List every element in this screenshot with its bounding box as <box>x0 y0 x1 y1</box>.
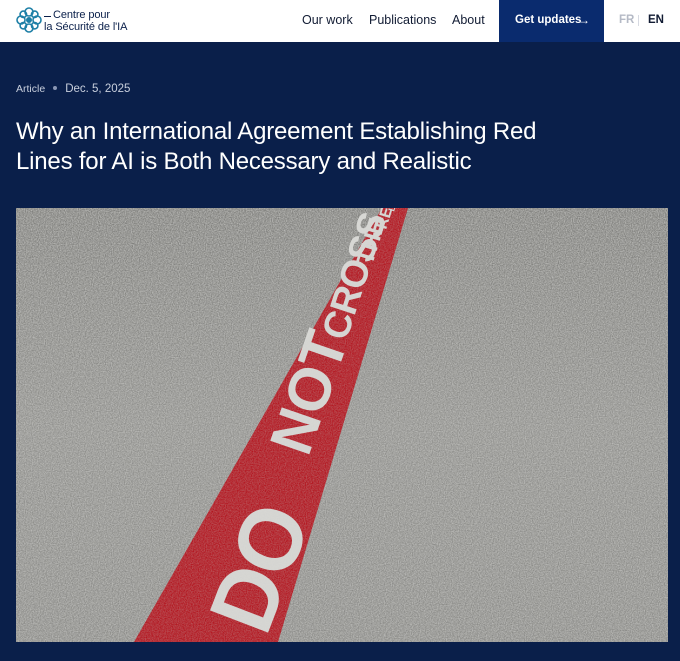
logo-flower-icon <box>16 7 42 33</box>
article-meta: Article Dec. 5, 2025 <box>16 83 130 95</box>
article-date: Dec. 5, 2025 <box>65 83 131 95</box>
arrow-right-icon: → <box>578 13 590 27</box>
article-hero-image: DO NOT CROSS THE RED LINE <box>16 208 668 642</box>
meta-separator-dot <box>53 86 58 91</box>
logo-wordmark: Centre pour la Sécurité de l'IA <box>44 9 128 33</box>
article-type: Article <box>16 83 46 95</box>
site-logo[interactable]: Centre pour la Sécurité de l'IA <box>15 6 135 36</box>
logo-line-1: Centre pour <box>44 9 127 22</box>
red-line-road-illustration: DO NOT CROSS THE RED LINE <box>16 208 668 642</box>
nav-our-work[interactable]: Our work <box>302 13 353 27</box>
article-title: Why an International Agreement Establish… <box>16 118 537 175</box>
nav-about[interactable]: About <box>452 13 485 27</box>
site-header: Centre pour la Sécurité de l'IA Our work… <box>0 0 680 42</box>
language-fr[interactable]: FR <box>619 14 634 26</box>
nav-publications[interactable]: Publications <box>369 13 436 27</box>
get-updates-button[interactable]: Get updates → <box>499 0 604 42</box>
language-en[interactable]: EN <box>648 14 664 26</box>
language-divider <box>638 15 639 26</box>
logo-line-2: la Sécurité de l'IA <box>44 20 128 33</box>
get-updates-label: Get updates <box>515 14 582 26</box>
